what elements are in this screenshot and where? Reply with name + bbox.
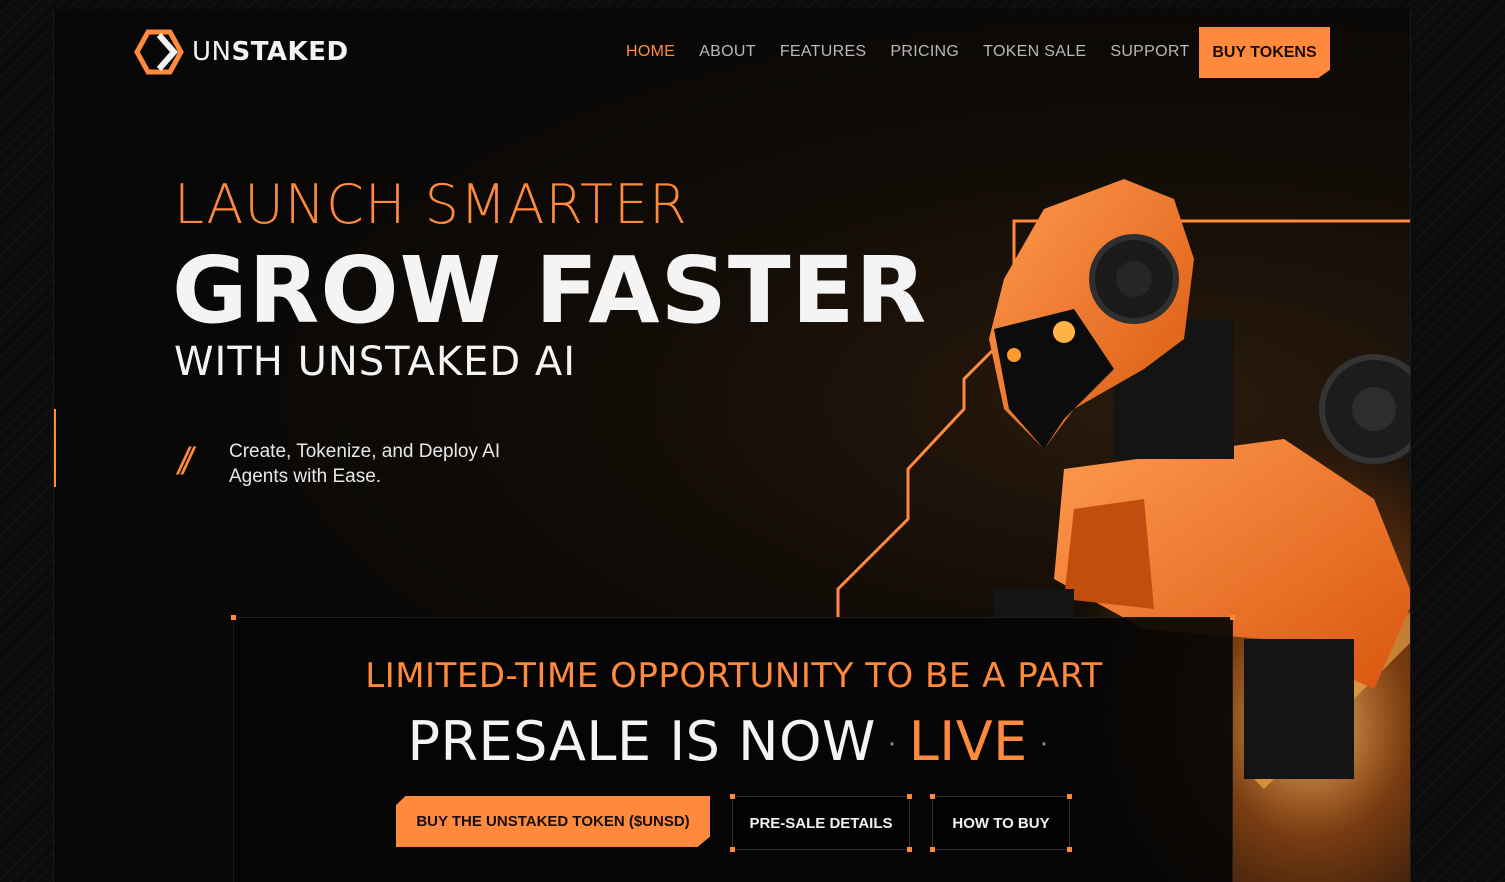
buy-unstaked-token-button[interactable]: BUY THE UNSTAKED TOKEN ($UNSD) (396, 796, 710, 847)
panel-corner (231, 615, 236, 620)
hero-page: UNSTAKED HOME ABOUT FEATURES PRICING TOK… (53, 9, 1411, 882)
main-nav: HOME ABOUT FEATURES PRICING TOKEN SALE S… (626, 43, 1190, 61)
button-corner (930, 847, 935, 852)
nav-token-sale[interactable]: TOKEN SALE (983, 43, 1086, 61)
presale-eyebrow: LIMITED-TIME OPPORTUNITY TO BE A PART (365, 656, 1103, 696)
nav-support[interactable]: SUPPORT (1110, 43, 1189, 61)
presale-details-label: PRE-SALE DETAILS (749, 814, 893, 832)
button-corner (1067, 794, 1072, 799)
panel-corner (1230, 615, 1235, 620)
presale-details-button[interactable]: PRE-SALE DETAILS (730, 794, 912, 852)
buy-tokens-button[interactable]: BUY TOKENS (1199, 27, 1330, 78)
button-corner (1067, 847, 1072, 852)
nav-features[interactable]: FEATURES (780, 43, 867, 61)
separator-dot: · (887, 730, 897, 761)
button-corner (907, 794, 912, 799)
nav-about[interactable]: ABOUT (699, 43, 756, 61)
brand-logo[interactable]: UNSTAKED (134, 29, 349, 75)
button-corner (930, 794, 935, 799)
how-to-buy-label: HOW TO BUY (952, 814, 1050, 832)
how-to-buy-button[interactable]: HOW TO BUY (930, 794, 1072, 852)
hexagon-logo-icon (134, 29, 184, 75)
right-edge-accent (1410, 409, 1411, 487)
button-corner (907, 847, 912, 852)
brand-name-light: UN (192, 37, 232, 67)
presale-panel: LIMITED-TIME OPPORTUNITY TO BE A PART PR… (231, 615, 1235, 882)
live-label: LIVE (908, 710, 1028, 773)
hero-kicker: LAUNCH SMARTER (174, 173, 688, 236)
button-corner (730, 847, 735, 852)
slash-accent: // (178, 441, 193, 483)
hero-subheadline: WITH UNSTAKED AI (174, 339, 577, 385)
nav-pricing[interactable]: PRICING (890, 43, 959, 61)
presale-actions: BUY THE UNSTAKED TOKEN ($UNSD) PRE-SALE … (396, 794, 1072, 852)
presale-headline-text: PRESALE IS NOW (407, 710, 876, 773)
hero-headline: GROW FASTER (172, 237, 928, 344)
presale-headline: PRESALE IS NOW · LIVE · (234, 710, 1234, 773)
hero-tagline: Create, Tokenize, and Deploy AI Agents w… (229, 441, 501, 487)
brand-wordmark: UNSTAKED (192, 37, 349, 67)
separator-dot: · (1039, 730, 1049, 761)
brand-name-bold: STAKED (231, 37, 349, 67)
left-edge-accent (54, 409, 56, 487)
nav-home[interactable]: HOME (626, 43, 675, 61)
button-corner (730, 794, 735, 799)
